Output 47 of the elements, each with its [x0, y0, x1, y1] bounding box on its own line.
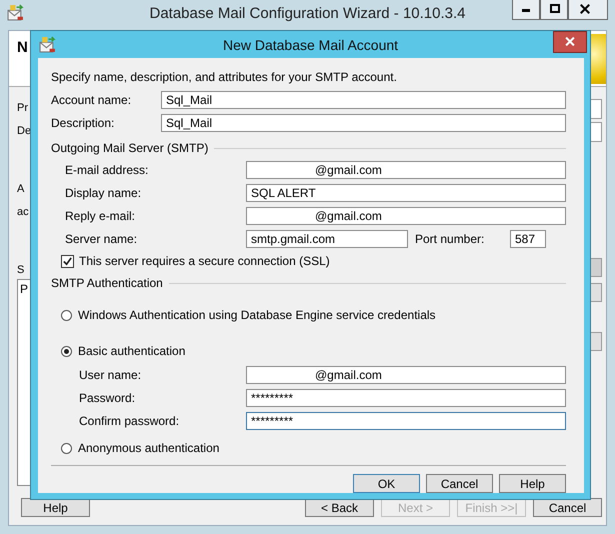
field-label: User name: — [78, 368, 142, 382]
check-icon — [62, 256, 73, 266]
input-field[interactable]: ********* — [246, 389, 566, 407]
mail-app-icon — [7, 4, 24, 20]
instruction-text: Specify name, description, and attributes for your SMTP account. — [51, 70, 398, 84]
window-title: Database Mail Configuration Wizard - 10.10.3.4 — [148, 5, 466, 22]
input-field[interactable]: 587 — [510, 230, 546, 248]
maximize-button[interactable] — [540, 0, 568, 20]
minimize-button[interactable] — [512, 0, 540, 20]
field-label: Reply e-mail: — [64, 209, 136, 223]
section-title: Outgoing Mail Server (SMTP) — [51, 141, 208, 155]
field-label: Password: — [78, 391, 136, 405]
radio-button[interactable]: Windows Authentication using Database Engine service credentials — [61, 308, 566, 322]
checkbox[interactable]: This server requires a secure connection (SSL) — [61, 254, 566, 268]
section-title: SMTP Authentication — [51, 276, 163, 290]
field-label: Confirm password: — [78, 414, 180, 428]
close-button[interactable] — [568, 0, 608, 20]
input-field[interactable]: @gmail.com — [246, 207, 566, 225]
field-label: Account name: — [51, 93, 132, 107]
field-label: Display name: — [64, 186, 142, 200]
label: S — [17, 264, 24, 277]
label: Pr — [17, 102, 28, 115]
input-field[interactable]: SQL ALERT — [246, 184, 566, 202]
dialog-button[interactable]: Help — [499, 474, 566, 493]
input-field[interactable]: Sql_Mail — [161, 91, 566, 109]
radio-button[interactable]: Basic authentication — [61, 344, 566, 358]
wizard-button[interactable]: Cancel — [533, 498, 602, 517]
mail-app-icon — [39, 36, 56, 53]
dialog-title: New Database Mail Account — [222, 37, 400, 53]
input-field[interactable]: ********* — [246, 412, 566, 430]
field-label: Port number: — [415, 232, 486, 246]
field-label: Description: — [51, 116, 116, 130]
input-field[interactable]: Sql_Mail — [161, 114, 566, 132]
wizard-button[interactable]: Help — [21, 498, 90, 517]
close-button[interactable] — [553, 31, 587, 53]
input-field[interactable]: smtp.gmail.com — [246, 230, 408, 248]
input-field[interactable]: @gmail.com — [246, 366, 566, 384]
label: De — [17, 125, 32, 138]
label: A — [17, 183, 24, 196]
label: ac — [17, 206, 29, 219]
dialog-button[interactable]: OK — [353, 474, 420, 493]
radio-button[interactable]: Anonymous authentication — [61, 441, 566, 455]
field-label: E-mail address: — [64, 163, 150, 177]
input-field[interactable]: @gmail.com — [246, 161, 566, 179]
field-label: Server name: — [64, 232, 138, 246]
dialog-button[interactable]: Cancel — [426, 474, 493, 493]
page-heading: N — [17, 39, 28, 56]
